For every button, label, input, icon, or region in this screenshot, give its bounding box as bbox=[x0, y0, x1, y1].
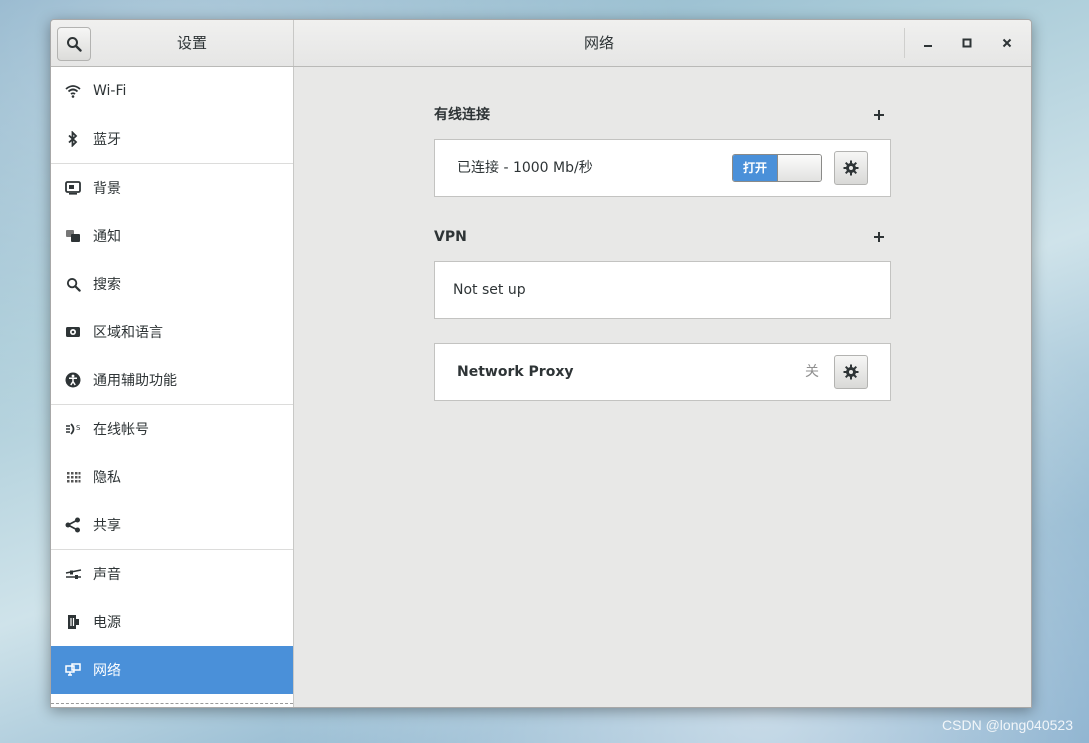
sidebar-header: 设置 bbox=[51, 20, 294, 66]
minimize-button[interactable] bbox=[913, 28, 943, 58]
titlebar-separator bbox=[904, 28, 905, 58]
power-icon bbox=[62, 612, 84, 632]
sidebar-item-power[interactable]: 电源 bbox=[51, 598, 293, 646]
sidebar-item-label: 通知 bbox=[93, 229, 121, 245]
privacy-icon bbox=[62, 467, 84, 487]
sidebar-item-label: 通用辅助功能 bbox=[93, 373, 177, 389]
proxy-label: Network Proxy bbox=[457, 364, 574, 380]
notification-icon bbox=[62, 226, 84, 246]
sidebar-item-label: 共享 bbox=[93, 518, 121, 534]
bluetooth-icon bbox=[62, 129, 84, 149]
sidebar-item-notifications[interactable]: 通知 bbox=[51, 212, 293, 260]
sidebar-item-bluetooth[interactable]: 蓝牙 bbox=[51, 115, 293, 163]
watermark: CSDN @long040523 bbox=[942, 717, 1073, 733]
sidebar-item-label: 在线帐号 bbox=[93, 422, 149, 438]
accessibility-icon bbox=[62, 370, 84, 390]
svg-text:S: S bbox=[76, 424, 81, 432]
wired-settings-button[interactable] bbox=[834, 151, 868, 185]
network-icon bbox=[62, 660, 84, 680]
page-title: 网络 bbox=[583, 34, 614, 52]
wired-toggle-switch[interactable]: 打开 bbox=[732, 154, 822, 182]
sidebar-item-privacy[interactable]: 隐私 bbox=[51, 453, 293, 501]
wired-section-header: 有线连接 bbox=[434, 103, 891, 127]
search-button[interactable] bbox=[57, 27, 91, 61]
sidebar-item-label: Wi-Fi bbox=[93, 83, 127, 99]
sidebar-item-sound[interactable]: 声音 bbox=[51, 550, 293, 598]
add-vpn-button[interactable] bbox=[867, 225, 891, 249]
sidebar-item-label: 区域和语言 bbox=[93, 325, 163, 341]
maximize-icon bbox=[962, 38, 972, 48]
sidebar-scroll-edge bbox=[51, 703, 293, 704]
search-icon bbox=[62, 274, 84, 294]
sound-icon bbox=[62, 564, 84, 584]
plus-icon bbox=[874, 110, 884, 120]
vpn-empty-text: Not set up bbox=[453, 282, 526, 298]
sidebar-item-label: 搜索 bbox=[93, 277, 121, 293]
sidebar-item-background[interactable]: 背景 bbox=[51, 164, 293, 212]
sidebar-title: 设置 bbox=[176, 34, 207, 52]
sidebar-item-label: 背景 bbox=[93, 181, 121, 197]
vpn-list: Not set up bbox=[434, 261, 891, 319]
sidebar-item-wifi[interactable]: Wi-Fi bbox=[51, 67, 293, 115]
plus-icon bbox=[874, 232, 884, 242]
sidebar-item-label: 蓝牙 bbox=[93, 132, 121, 148]
switch-on-label: 打开 bbox=[733, 155, 777, 181]
gear-icon bbox=[843, 160, 859, 176]
close-button[interactable] bbox=[992, 28, 1022, 58]
settings-sidebar: Wi-Fi 蓝牙 背景 通知 搜索 区域和语言 通用辅助功能 S 在线帐号 隐私… bbox=[51, 67, 294, 707]
close-icon bbox=[1002, 38, 1012, 48]
proxy-settings-button[interactable] bbox=[834, 355, 868, 389]
sidebar-item-label: 网络 bbox=[93, 663, 121, 679]
sidebar-item-label: 隐私 bbox=[93, 470, 121, 486]
add-wired-button[interactable] bbox=[867, 103, 891, 127]
wired-section-title: 有线连接 bbox=[434, 107, 490, 123]
minimize-icon bbox=[924, 45, 932, 47]
proxy-state: 关 bbox=[805, 364, 819, 380]
sidebar-item-network[interactable]: 网络 bbox=[51, 646, 293, 694]
share-icon bbox=[62, 515, 84, 535]
background-icon bbox=[62, 178, 84, 198]
search-icon bbox=[67, 37, 82, 52]
online-accounts-icon: S bbox=[62, 419, 84, 439]
sidebar-item-label: 电源 bbox=[93, 615, 121, 631]
settings-window: 设置 网络 Wi-Fi 蓝牙 背景 通知 搜索 区域和语言 通用辅助功能 S 在… bbox=[50, 19, 1032, 708]
sidebar-item-search[interactable]: 搜索 bbox=[51, 260, 293, 308]
sidebar-item-label: 声音 bbox=[93, 567, 121, 583]
network-panel: 有线连接 已连接 - 1000 Mb/秒 打开 VPN Not set up N… bbox=[294, 67, 1031, 707]
maximize-button[interactable] bbox=[952, 28, 982, 58]
sidebar-item-accessibility[interactable]: 通用辅助功能 bbox=[51, 356, 293, 404]
header-bar: 设置 网络 bbox=[51, 20, 1031, 67]
network-proxy-row[interactable]: Network Proxy 关 bbox=[434, 343, 891, 401]
wired-status: 已连接 - 1000 Mb/秒 bbox=[457, 160, 593, 176]
sidebar-item-region-language[interactable]: 区域和语言 bbox=[51, 308, 293, 356]
vpn-section-title: VPN bbox=[434, 229, 467, 245]
vpn-section-header: VPN bbox=[434, 225, 891, 249]
wired-connection-row: 已连接 - 1000 Mb/秒 打开 bbox=[434, 139, 891, 197]
region-language-icon bbox=[62, 322, 84, 342]
wifi-icon bbox=[62, 81, 84, 101]
sidebar-item-sharing[interactable]: 共享 bbox=[51, 501, 293, 549]
switch-knob bbox=[777, 155, 821, 181]
gear-icon bbox=[843, 364, 859, 380]
sidebar-item-online-accounts[interactable]: S 在线帐号 bbox=[51, 405, 293, 453]
